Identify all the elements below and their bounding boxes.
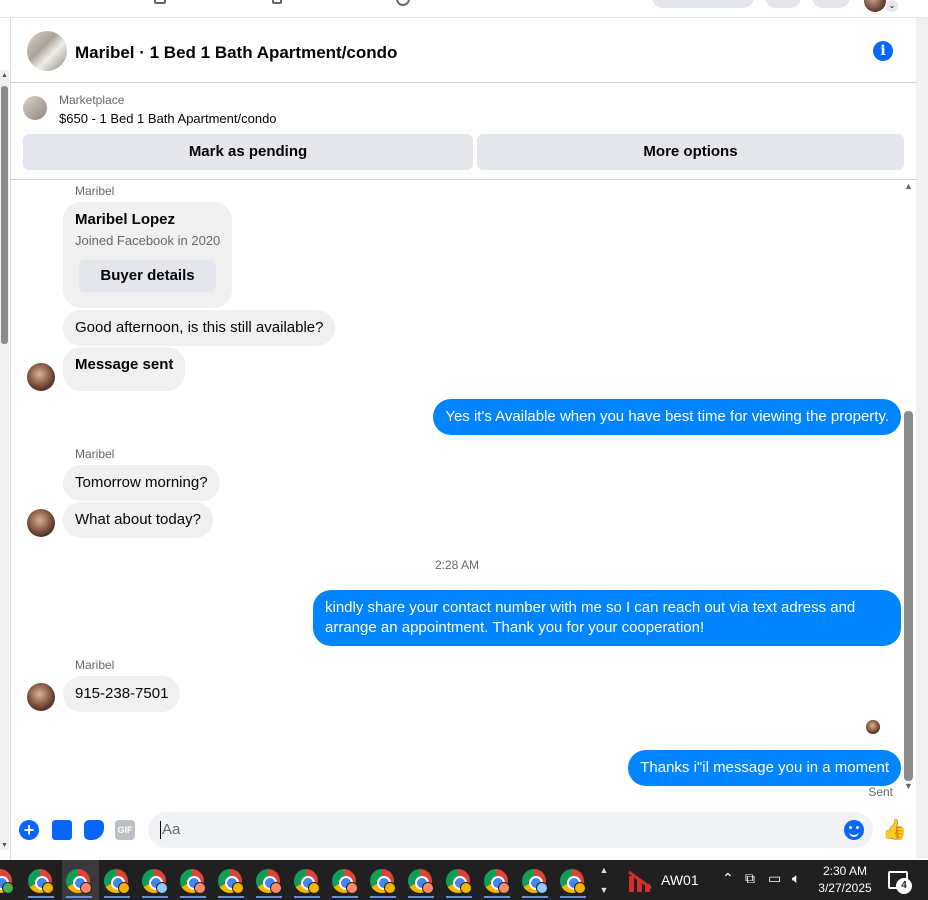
nav-pill-button[interactable]	[652, 0, 754, 8]
network-icon[interactable]: ▭	[768, 870, 781, 887]
listing-small-thumbnail[interactable]	[23, 96, 47, 120]
chevron-up-icon[interactable]: ⌃	[722, 870, 734, 887]
chrome-profile-icon[interactable]	[64, 865, 94, 898]
delivery-status: Sent	[868, 785, 893, 799]
chrome-profile-icon[interactable]	[140, 865, 170, 898]
chrome-profile-icon[interactable]	[292, 865, 322, 898]
photo-icon[interactable]	[52, 820, 72, 840]
plus-icon[interactable]: +	[19, 820, 39, 840]
incoming-message[interactable]: Good afternoon, is this still available?	[63, 310, 336, 346]
sender-avatar[interactable]	[27, 509, 55, 537]
buyer-details-button[interactable]: Buyer details	[79, 260, 216, 292]
seen-avatar	[866, 720, 880, 734]
home-icon[interactable]	[154, 0, 166, 4]
window-edge	[916, 18, 928, 858]
aw-app-label[interactable]: AW01	[661, 872, 699, 888]
scroll-down-arrow-icon[interactable]: ▼	[904, 781, 913, 791]
page-scrollbar-thumb[interactable]	[1, 86, 8, 344]
chrome-profile-icon[interactable]	[444, 865, 474, 898]
listing-banner: Marketplace $650 - 1 Bed 1 Bath Apartmen…	[11, 84, 917, 180]
message-input-placeholder: Aa	[162, 821, 181, 838]
chrome-profile-icon[interactable]	[26, 865, 56, 898]
listing-source: Marketplace	[59, 93, 125, 107]
message-line: arrange an appointment. Thank you for yo…	[325, 619, 705, 636]
incoming-message[interactable]: What about today?	[63, 502, 213, 538]
chat-title[interactable]: Maribel · 1 Bed 1 Bath Apartment/condo	[75, 43, 397, 63]
message-input[interactable]: Aa	[148, 812, 873, 848]
message-composer: + GIF Aa 👍	[11, 810, 917, 850]
chat-scrollbar[interactable]: ▲ ▼	[903, 181, 917, 803]
system-clock[interactable]: 2:30 AM 3/27/2025	[812, 863, 878, 897]
taskbar-overflow-chevron-icon[interactable]: ▲ ▼	[598, 860, 610, 900]
gif-icon[interactable]: GIF	[115, 820, 135, 840]
volume-icon[interactable]: 🔈︎	[792, 870, 800, 887]
clock-time: 2:30 AM	[822, 864, 868, 878]
buyer-name: Maribel Lopez	[75, 211, 176, 228]
like-icon[interactable]: 👍	[882, 818, 907, 842]
groups-icon[interactable]	[396, 0, 410, 6]
aw-app-icon[interactable]	[627, 868, 655, 894]
sender-name: Maribel	[75, 184, 115, 198]
chrome-profile-icon[interactable]	[482, 865, 512, 898]
chrome-profile-icon[interactable]	[216, 865, 246, 898]
messenger-button[interactable]	[812, 0, 850, 8]
sticker-icon[interactable]	[84, 820, 104, 840]
chrome-profile-icon[interactable]	[102, 865, 132, 898]
chrome-profile-icon[interactable]	[520, 865, 550, 898]
emoji-icon[interactable]	[844, 820, 864, 840]
chat-panel: Maribel · 1 Bed 1 Bath Apartment/condo i…	[10, 18, 917, 860]
windows-taskbar: ▲ ▼ AW01 ⌃ ⧉ ▭ 🔈︎ 2:30 AM 3/27/2025 4	[0, 860, 928, 900]
listing-price-title[interactable]: $650 - 1 Bed 1 Bath Apartment/condo	[59, 111, 277, 126]
outgoing-message[interactable]: Thanks i"il message you in a moment	[628, 750, 901, 786]
scroll-down-arrow-icon[interactable]: ▼	[1, 842, 8, 849]
listing-thumbnail[interactable]	[27, 31, 67, 71]
sender-name: Maribel	[75, 447, 115, 461]
chrome-profile-icon[interactable]	[330, 865, 360, 898]
message-line: kindly share your contact number with me…	[325, 599, 856, 616]
top-nav-bar: ⌄	[0, 0, 928, 18]
timestamp-divider: 2:28 AM	[434, 558, 480, 572]
scroll-up-arrow-icon[interactable]: ▲	[1, 72, 8, 79]
chrome-profile-icon[interactable]	[254, 865, 284, 898]
outgoing-message[interactable]: kindly share your contact number with me…	[313, 590, 901, 646]
notification-count-badge: 4	[896, 878, 912, 894]
scroll-up-arrow-icon[interactable]: ▲	[904, 181, 913, 191]
chrome-profile-icon[interactable]	[558, 865, 588, 898]
sender-name: Maribel	[75, 658, 115, 672]
message-thread: Maribel Maribel Lopez Joined Facebook in…	[11, 181, 903, 803]
sender-avatar[interactable]	[27, 363, 55, 391]
text-caret	[160, 821, 161, 840]
menu-button[interactable]	[765, 0, 801, 8]
chrome-profile-icon[interactable]	[368, 865, 398, 898]
incoming-message[interactable]: Message sent	[63, 347, 186, 391]
chat-header: Maribel · 1 Bed 1 Bath Apartment/condo i	[11, 18, 917, 83]
clock-date: 3/27/2025	[818, 881, 872, 895]
incoming-message[interactable]: Tomorrow morning?	[63, 465, 220, 501]
chat-scrollbar-thumb[interactable]	[904, 411, 913, 781]
marketplace-icon[interactable]	[272, 0, 282, 4]
chrome-profile-icon[interactable]	[0, 865, 16, 895]
buyer-joined: Joined Facebook in 2020	[75, 233, 221, 248]
mark-as-pending-button[interactable]: Mark as pending	[23, 134, 473, 170]
chrome-profile-icon[interactable]	[178, 865, 208, 898]
info-icon[interactable]: i	[873, 41, 893, 61]
account-chevron-icon[interactable]: ⌄	[886, 0, 898, 12]
incoming-message[interactable]: 915-238-7501	[63, 676, 181, 712]
more-options-button[interactable]: More options	[477, 134, 904, 170]
page-scrollbar[interactable]: ▲ ▼	[0, 70, 9, 850]
buyer-card: Maribel Lopez Joined Facebook in 2020 Bu…	[63, 202, 232, 308]
sender-avatar[interactable]	[27, 683, 55, 711]
network-adapter-icon[interactable]: ⧉	[745, 870, 755, 887]
chrome-profile-icon[interactable]	[406, 865, 436, 898]
profile-avatar[interactable]	[864, 0, 886, 12]
outgoing-message[interactable]: Yes it's Available when you have best ti…	[433, 399, 901, 435]
